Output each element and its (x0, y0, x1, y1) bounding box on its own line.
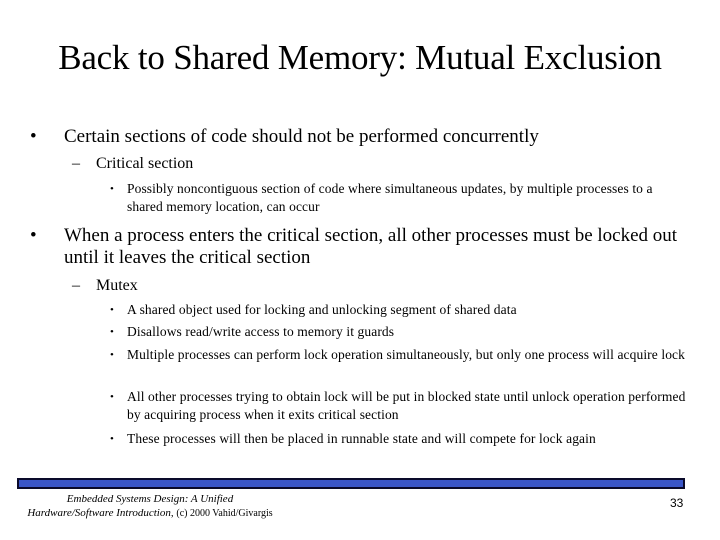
slide: Back to Shared Memory: Mutual Exclusion … (0, 0, 720, 540)
sub-item-text: These processes will then be placed in r… (127, 431, 596, 446)
page-number: 33 (670, 496, 684, 510)
sub-bullet-icon: • (110, 391, 114, 403)
sub-item-text: Possibly noncontiguous section of code w… (127, 181, 653, 214)
bullet-point: • When a process enters the critical sec… (30, 225, 690, 269)
sub-item: • Multiple processes can perform lock op… (110, 346, 690, 364)
sub-item-text: Disallows read/write access to memory it… (127, 324, 395, 339)
sub-bullet-icon: • (110, 326, 114, 338)
bullet-point: • Certain sections of code should not be… (30, 126, 690, 148)
sub-point: – Critical section (72, 154, 672, 173)
sub-item-text: Multiple processes can perform lock oper… (127, 347, 685, 362)
footer-credit: Embedded Systems Design: A Unified Hardw… (20, 492, 280, 521)
sub-item: • These processes will then be placed in… (110, 430, 690, 448)
sub-item: • A shared object used for locking and u… (110, 301, 690, 319)
sub-item-text: All other processes trying to obtain loc… (127, 389, 686, 422)
bullet-text: When a process enters the critical secti… (64, 225, 678, 268)
bullet-text: Certain sections of code should not be p… (64, 126, 539, 147)
sub-item: • Disallows read/write access to memory … (110, 323, 690, 341)
bullet-icon: • (30, 225, 37, 246)
sub-item: • Possibly noncontiguous section of code… (110, 180, 690, 216)
bullet-icon: • (30, 126, 37, 147)
sub-bullet-icon: • (110, 349, 114, 361)
footer-credit-line2-italic: Hardware/Software Introduction, (27, 507, 174, 519)
slide-title: Back to Shared Memory: Mutual Exclusion (58, 38, 662, 77)
footer-copyright: (c) 2000 Vahid/Givargis (176, 508, 273, 519)
dash-icon: – (72, 155, 80, 172)
sub-point: – Mutex (72, 276, 672, 295)
sub-item: • All other processes trying to obtain l… (110, 388, 690, 424)
sub-point-text: Critical section (96, 155, 194, 172)
footer-credit-line1: Embedded Systems Design: A Unified (66, 493, 234, 505)
sub-bullet-icon: • (110, 304, 114, 316)
sub-bullet-icon: • (110, 433, 114, 445)
sub-point-text: Mutex (96, 277, 138, 294)
sub-bullet-icon: • (110, 183, 114, 195)
dash-icon: – (72, 277, 80, 294)
sub-item-text: A shared object used for locking and unl… (127, 302, 517, 317)
footer-divider-bar (17, 478, 685, 489)
